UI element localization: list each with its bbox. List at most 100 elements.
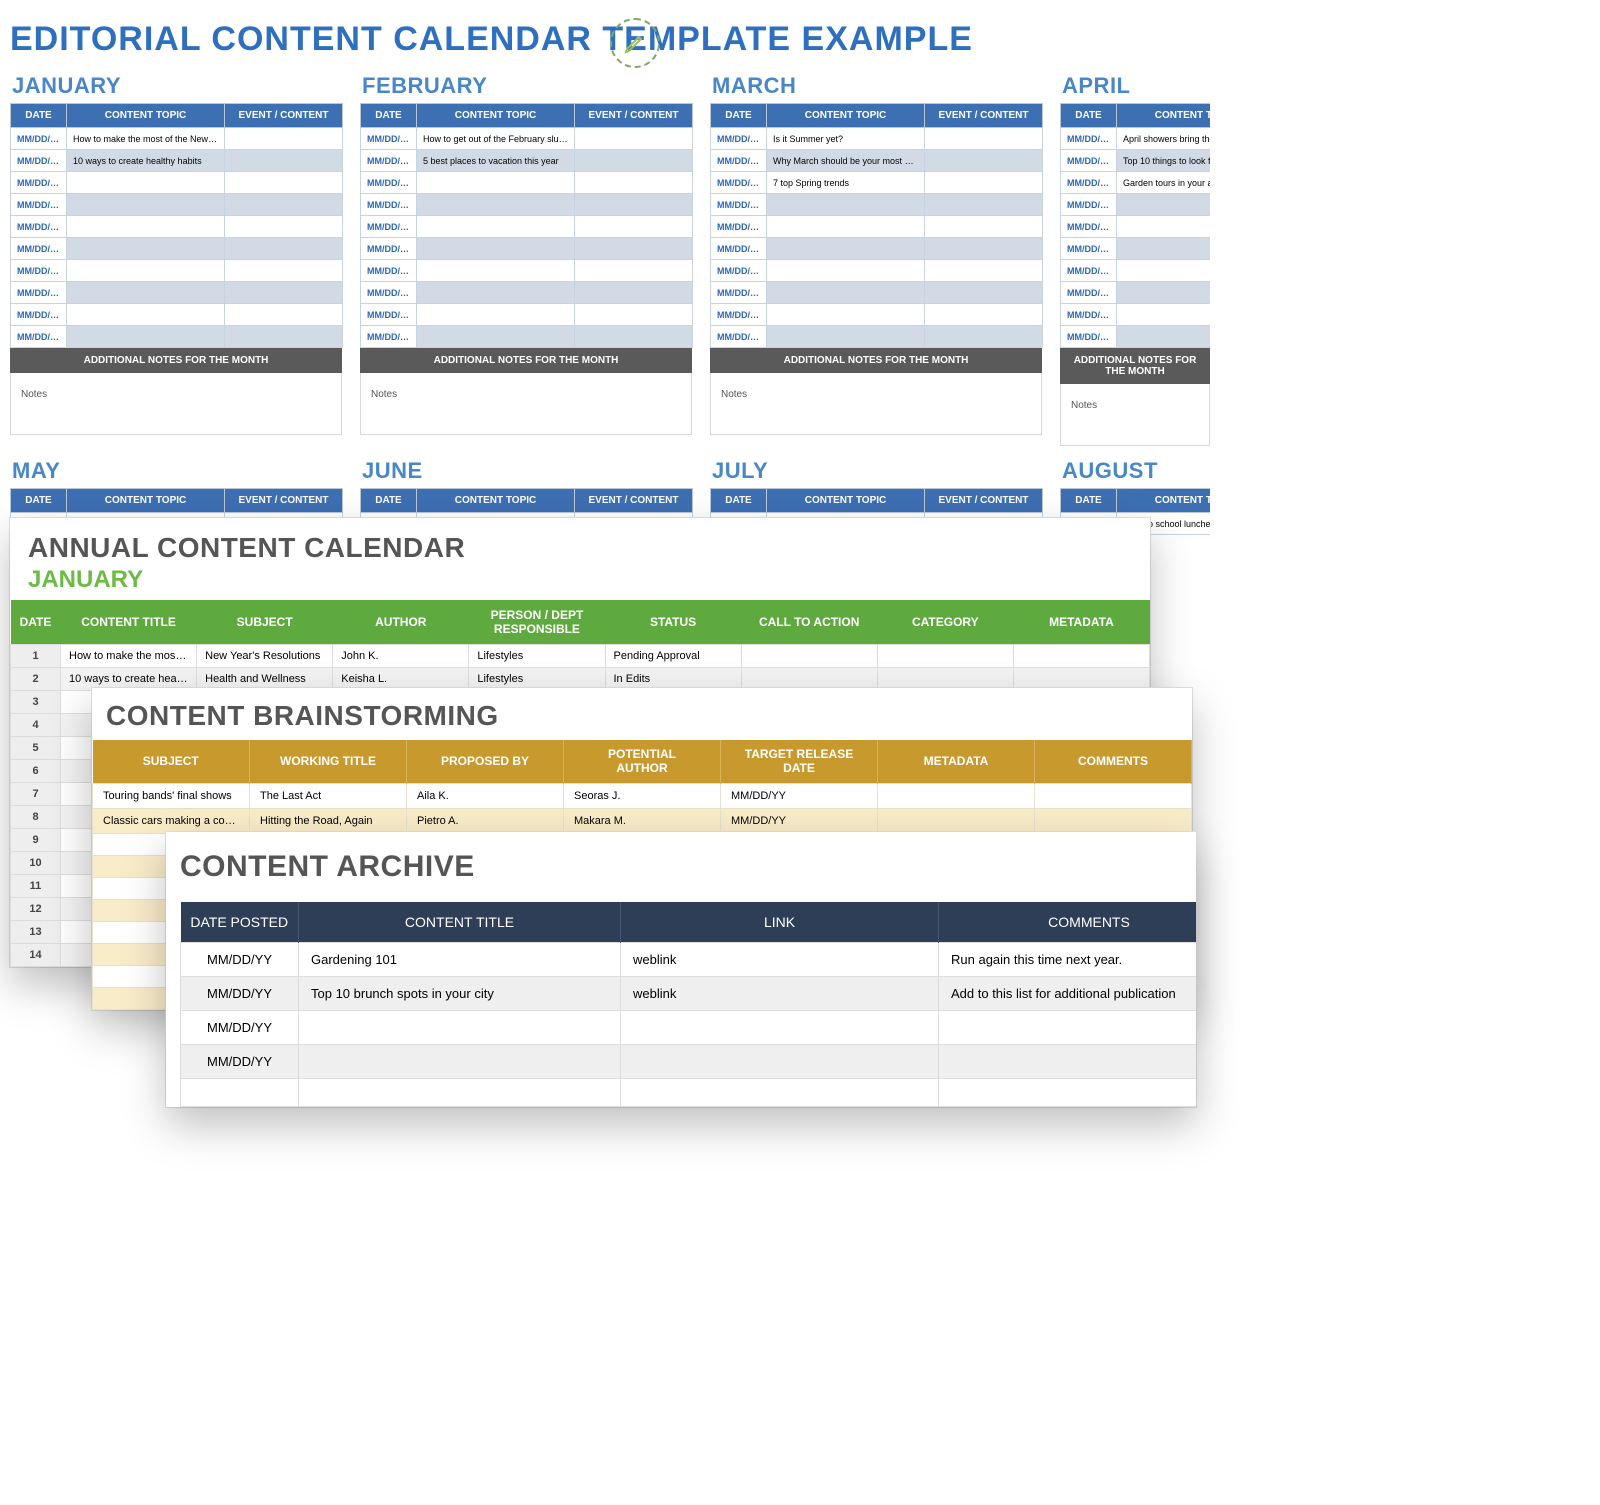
- topic-cell[interactable]: Top 10 things to look for: [1117, 150, 1211, 172]
- topic-cell[interactable]: Garden tours in your area: [1117, 172, 1211, 194]
- title-cell[interactable]: [299, 1045, 621, 1079]
- table-row[interactable]: MM/DD/YY: [181, 1011, 1197, 1045]
- table-row[interactable]: MM/DD/YY: [361, 304, 693, 326]
- event-cell[interactable]: [575, 194, 693, 216]
- topic-cell[interactable]: [417, 194, 575, 216]
- row-number-cell[interactable]: 10: [11, 852, 61, 875]
- topic-cell[interactable]: [67, 260, 225, 282]
- date-cell[interactable]: MM/DD/YY: [361, 172, 417, 194]
- table-row[interactable]: MM/DD/YY: [11, 194, 343, 216]
- date-cell[interactable]: [181, 1079, 299, 1107]
- event-cell[interactable]: [925, 150, 1043, 172]
- cell[interactable]: [878, 783, 1035, 808]
- topic-cell[interactable]: [767, 238, 925, 260]
- table-row[interactable]: MM/DD/YYWhy March should be your most pr…: [711, 150, 1043, 172]
- notes-body[interactable]: Notes: [10, 373, 342, 435]
- link-cell[interactable]: weblink: [621, 977, 939, 1011]
- date-cell[interactable]: MM/DD/YY: [361, 194, 417, 216]
- title-cell[interactable]: [299, 1011, 621, 1045]
- topic-cell[interactable]: Is it Summer yet?: [767, 128, 925, 150]
- comments-cell[interactable]: [939, 1079, 1197, 1107]
- date-cell[interactable]: MM/DD/YY: [181, 1011, 299, 1045]
- link-cell[interactable]: [621, 1045, 939, 1079]
- topic-cell[interactable]: [767, 282, 925, 304]
- event-cell[interactable]: [925, 172, 1043, 194]
- table-row[interactable]: MM/DD/YY: [711, 304, 1043, 326]
- event-cell[interactable]: [225, 282, 343, 304]
- title-cell[interactable]: Top 10 brunch spots in your city: [299, 977, 621, 1011]
- topic-cell[interactable]: 10 ways to create healthy habits: [67, 150, 225, 172]
- table-row[interactable]: MM/DD/YYTop 10 brunch spots in your city…: [181, 977, 1197, 1011]
- date-cell[interactable]: MM/DD/YY: [11, 128, 67, 150]
- topic-cell[interactable]: How to make the most of the New Year: [67, 128, 225, 150]
- table-row[interactable]: MM/DD/YY: [1061, 304, 1211, 326]
- comments-cell[interactable]: Run again this time next year.: [939, 943, 1197, 977]
- link-cell[interactable]: [621, 1079, 939, 1107]
- date-cell[interactable]: MM/DD/YY: [181, 1045, 299, 1079]
- row-number-cell[interactable]: 5: [11, 737, 61, 760]
- table-row[interactable]: MM/DD/YY: [711, 194, 1043, 216]
- date-cell[interactable]: MM/DD/YY: [361, 326, 417, 348]
- row-number-cell[interactable]: 14: [11, 944, 61, 967]
- table-row[interactable]: MM/DD/YY: [11, 326, 343, 348]
- date-cell[interactable]: MM/DD/YY: [1061, 326, 1117, 348]
- cell[interactable]: Seoras J.: [564, 783, 721, 808]
- cell[interactable]: MM/DD/YY: [721, 808, 878, 833]
- date-cell[interactable]: MM/DD/YY: [361, 260, 417, 282]
- topic-cell[interactable]: [67, 304, 225, 326]
- table-row[interactable]: Classic cars making a comebackHitting th…: [93, 808, 1192, 833]
- event-cell[interactable]: [925, 304, 1043, 326]
- date-cell[interactable]: MM/DD/YY: [11, 282, 67, 304]
- event-cell[interactable]: [925, 326, 1043, 348]
- date-cell[interactable]: MM/DD/YY: [11, 326, 67, 348]
- row-number-cell[interactable]: 7: [11, 783, 61, 806]
- row-number-cell[interactable]: 2: [11, 668, 61, 691]
- date-cell[interactable]: MM/DD/YY: [1061, 194, 1117, 216]
- notes-body[interactable]: Notes: [360, 373, 692, 435]
- event-cell[interactable]: [225, 304, 343, 326]
- notes-body[interactable]: Notes: [1060, 384, 1210, 446]
- event-cell[interactable]: [925, 260, 1043, 282]
- table-row[interactable]: MM/DD/YY: [361, 326, 693, 348]
- event-cell[interactable]: [225, 216, 343, 238]
- topic-cell[interactable]: 5 best places to vacation this year: [417, 150, 575, 172]
- date-cell[interactable]: MM/DD/YY: [11, 238, 67, 260]
- date-cell[interactable]: MM/DD/YY: [711, 194, 767, 216]
- cell[interactable]: The Last Act: [250, 783, 407, 808]
- topic-cell[interactable]: [1117, 304, 1211, 326]
- date-cell[interactable]: MM/DD/YY: [1061, 150, 1117, 172]
- table-row[interactable]: MM/DD/YYApril showers bring these flower…: [1061, 128, 1211, 150]
- table-row[interactable]: MM/DD/YY: [361, 216, 693, 238]
- topic-cell[interactable]: [1117, 260, 1211, 282]
- cell[interactable]: How to make the most of the New Year: [61, 645, 197, 668]
- date-cell[interactable]: MM/DD/YY: [711, 128, 767, 150]
- table-row[interactable]: MM/DD/YY: [711, 260, 1043, 282]
- row-number-cell[interactable]: 4: [11, 714, 61, 737]
- cell[interactable]: [1013, 645, 1149, 668]
- table-row[interactable]: MM/DD/YY: [361, 194, 693, 216]
- date-cell[interactable]: MM/DD/YY: [1061, 238, 1117, 260]
- table-row[interactable]: MM/DD/YY7 top Spring trends: [711, 172, 1043, 194]
- row-number-cell[interactable]: 9: [11, 829, 61, 852]
- topic-cell[interactable]: [67, 238, 225, 260]
- event-cell[interactable]: [575, 172, 693, 194]
- event-cell[interactable]: [225, 238, 343, 260]
- topic-cell[interactable]: [767, 216, 925, 238]
- topic-cell[interactable]: [417, 216, 575, 238]
- topic-cell[interactable]: [417, 304, 575, 326]
- table-row[interactable]: MM/DD/YYHow to get out of the February s…: [361, 128, 693, 150]
- table-row[interactable]: MM/DD/YY: [11, 172, 343, 194]
- date-cell[interactable]: MM/DD/YY: [1061, 260, 1117, 282]
- table-row[interactable]: MM/DD/YY: [11, 260, 343, 282]
- topic-cell[interactable]: How to get out of the February slump: [417, 128, 575, 150]
- date-cell[interactable]: MM/DD/YY: [361, 216, 417, 238]
- cell[interactable]: Hitting the Road, Again: [250, 808, 407, 833]
- date-cell[interactable]: MM/DD/YY: [181, 943, 299, 977]
- cell[interactable]: [1035, 783, 1192, 808]
- date-cell[interactable]: MM/DD/YY: [711, 150, 767, 172]
- link-cell[interactable]: [621, 1011, 939, 1045]
- date-cell[interactable]: MM/DD/YY: [11, 260, 67, 282]
- table-row[interactable]: 1How to make the most of the New YearNew…: [11, 645, 1150, 668]
- table-row[interactable]: MM/DD/YYTop 10 things to look for: [1061, 150, 1211, 172]
- date-cell[interactable]: MM/DD/YY: [11, 216, 67, 238]
